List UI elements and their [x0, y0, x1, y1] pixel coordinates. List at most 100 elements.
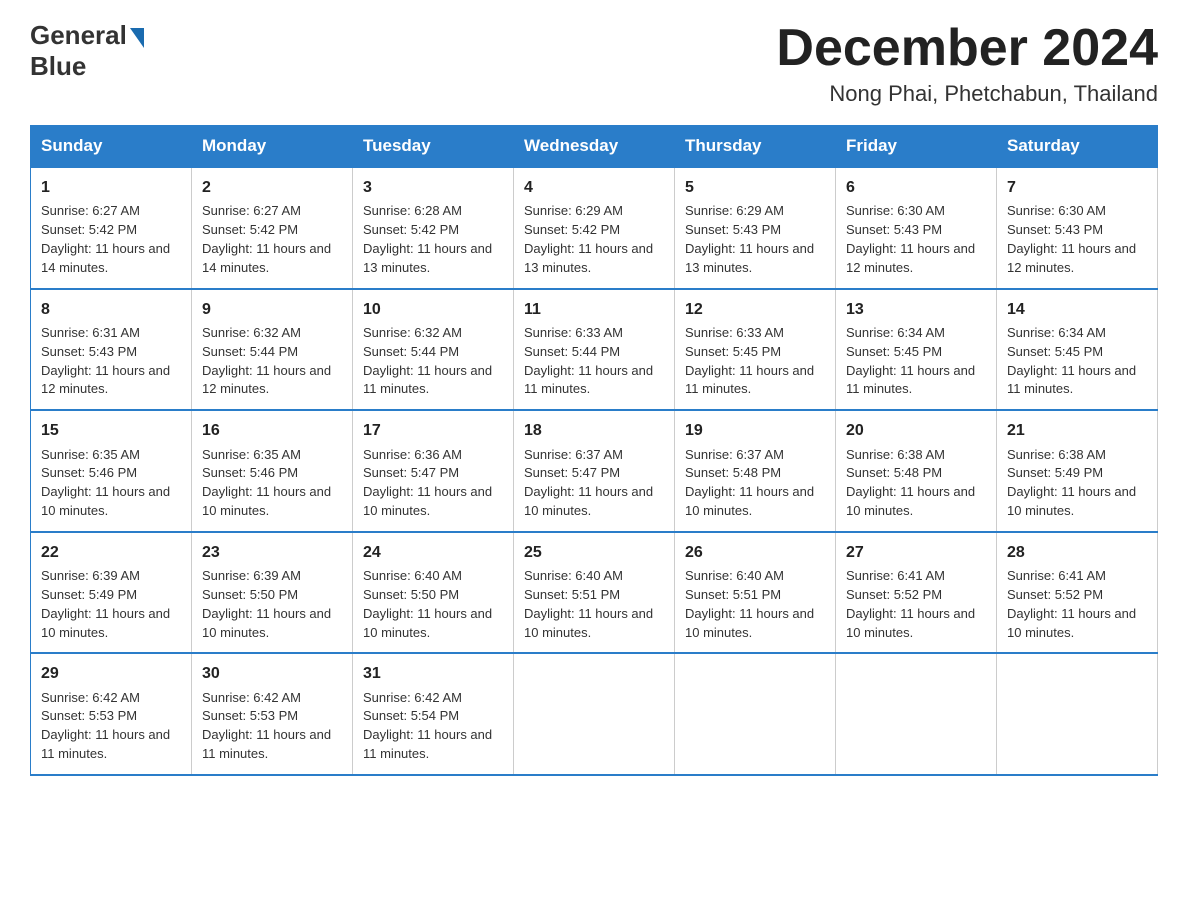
table-cell: 6Sunrise: 6:30 AMSunset: 5:43 PMDaylight… — [836, 167, 997, 289]
sunset-text: Sunset: 5:50 PM — [363, 586, 503, 605]
sunrise-text: Sunrise: 6:39 AM — [41, 567, 181, 586]
calendar-header: Sunday Monday Tuesday Wednesday Thursday… — [31, 126, 1158, 168]
day-number: 7 — [1007, 176, 1147, 199]
sunset-text: Sunset: 5:47 PM — [524, 464, 664, 483]
sunset-text: Sunset: 5:48 PM — [846, 464, 986, 483]
sunset-text: Sunset: 5:46 PM — [202, 464, 342, 483]
sunset-text: Sunset: 5:47 PM — [363, 464, 503, 483]
daylight-text: Daylight: 11 hours and 10 minutes. — [524, 605, 664, 643]
sunset-text: Sunset: 5:42 PM — [41, 221, 181, 240]
table-cell: 4Sunrise: 6:29 AMSunset: 5:42 PMDaylight… — [514, 167, 675, 289]
sunrise-text: Sunrise: 6:42 AM — [363, 689, 503, 708]
sunrise-text: Sunrise: 6:29 AM — [685, 202, 825, 221]
sunset-text: Sunset: 5:54 PM — [363, 707, 503, 726]
day-number: 14 — [1007, 298, 1147, 321]
day-number: 15 — [41, 419, 181, 442]
sunrise-text: Sunrise: 6:40 AM — [685, 567, 825, 586]
day-number: 16 — [202, 419, 342, 442]
daylight-text: Daylight: 11 hours and 10 minutes. — [363, 483, 503, 521]
sunrise-text: Sunrise: 6:27 AM — [41, 202, 181, 221]
table-cell: 20 Sunrise: 6:38 AMSunset: 5:48 PMDayligh… — [836, 410, 997, 532]
table-cell: 19Sunrise: 6:37 AMSunset: 5:48 PMDayligh… — [675, 410, 836, 532]
table-cell: 12Sunrise: 6:33 AMSunset: 5:45 PMDayligh… — [675, 289, 836, 411]
sunrise-text: Sunrise: 6:29 AM — [524, 202, 664, 221]
week-row-5: 29Sunrise: 6:42 AMSunset: 5:53 PMDayligh… — [31, 653, 1158, 775]
sunrise-text: Sunrise: 6:38 AM — [846, 446, 986, 465]
sunset-text: Sunset: 5:43 PM — [41, 343, 181, 362]
table-cell: 22Sunrise: 6:39 AMSunset: 5:49 PMDayligh… — [31, 532, 192, 654]
sunrise-text: Sunrise: 6:40 AM — [363, 567, 503, 586]
table-cell: 23Sunrise: 6:39 AMSunset: 5:50 PMDayligh… — [192, 532, 353, 654]
sunset-text: Sunset: 5:51 PM — [685, 586, 825, 605]
day-number: 13 — [846, 298, 986, 321]
week-row-2: 8Sunrise: 6:31 AMSunset: 5:43 PMDaylight… — [31, 289, 1158, 411]
sunset-text: Sunset: 5:50 PM — [202, 586, 342, 605]
col-sunday: Sunday — [31, 126, 192, 168]
daylight-text: Daylight: 11 hours and 10 minutes. — [202, 483, 342, 521]
daylight-text: Daylight: 11 hours and 10 minutes. — [41, 605, 181, 643]
table-cell — [675, 653, 836, 775]
table-cell: 16 Sunrise: 6:35 AMSunset: 5:46 PMDayligh… — [192, 410, 353, 532]
table-cell — [997, 653, 1158, 775]
sunrise-text: Sunrise: 6:34 AM — [1007, 324, 1147, 343]
daylight-text: Daylight: 11 hours and 10 minutes. — [846, 483, 986, 521]
day-number: 1 — [41, 176, 181, 199]
logo: General Blue — [30, 20, 144, 82]
sunrise-text: Sunrise: 6:33 AM — [524, 324, 664, 343]
day-number: 19 — [685, 419, 825, 442]
daylight-text: Daylight: 11 hours and 11 minutes. — [41, 726, 181, 764]
daylight-text: Daylight: 11 hours and 12 minutes. — [846, 240, 986, 278]
sunrise-text: Sunrise: 6:41 AM — [846, 567, 986, 586]
month-year-title: December 2024 — [776, 20, 1158, 77]
sunrise-text: Sunrise: 6:32 AM — [363, 324, 503, 343]
daylight-text: Daylight: 11 hours and 13 minutes. — [524, 240, 664, 278]
daylight-text: Daylight: 11 hours and 10 minutes. — [685, 605, 825, 643]
table-cell: 8Sunrise: 6:31 AMSunset: 5:43 PMDaylight… — [31, 289, 192, 411]
table-cell: 29Sunrise: 6:42 AMSunset: 5:53 PMDayligh… — [31, 653, 192, 775]
daylight-text: Daylight: 11 hours and 11 minutes. — [524, 362, 664, 400]
sunrise-text: Sunrise: 6:35 AM — [202, 446, 342, 465]
logo-triangle-icon — [130, 28, 144, 48]
table-cell: 5Sunrise: 6:29 AMSunset: 5:43 PMDaylight… — [675, 167, 836, 289]
sunrise-text: Sunrise: 6:36 AM — [363, 446, 503, 465]
sunrise-text: Sunrise: 6:37 AM — [685, 446, 825, 465]
col-wednesday: Wednesday — [514, 126, 675, 168]
week-row-4: 22Sunrise: 6:39 AMSunset: 5:49 PMDayligh… — [31, 532, 1158, 654]
sunset-text: Sunset: 5:46 PM — [41, 464, 181, 483]
table-cell: 28Sunrise: 6:41 AMSunset: 5:52 PMDayligh… — [997, 532, 1158, 654]
daylight-text: Daylight: 11 hours and 10 minutes. — [685, 483, 825, 521]
table-cell: 2Sunrise: 6:27 AMSunset: 5:42 PMDaylight… — [192, 167, 353, 289]
col-monday: Monday — [192, 126, 353, 168]
day-number: 20 — [846, 419, 986, 442]
sunrise-text: Sunrise: 6:28 AM — [363, 202, 503, 221]
table-cell: 1Sunrise: 6:27 AMSunset: 5:42 PMDaylight… — [31, 167, 192, 289]
location-subtitle: Nong Phai, Phetchabun, Thailand — [776, 81, 1158, 107]
sunrise-text: Sunrise: 6:40 AM — [524, 567, 664, 586]
col-saturday: Saturday — [997, 126, 1158, 168]
sunrise-text: Sunrise: 6:34 AM — [846, 324, 986, 343]
daylight-text: Daylight: 11 hours and 10 minutes. — [846, 605, 986, 643]
day-number: 4 — [524, 176, 664, 199]
daylight-text: Daylight: 11 hours and 10 minutes. — [1007, 605, 1147, 643]
logo-blue-text: Blue — [30, 51, 86, 82]
day-number: 6 — [846, 176, 986, 199]
table-cell: 18Sunrise: 6:37 AMSunset: 5:47 PMDayligh… — [514, 410, 675, 532]
daylight-text: Daylight: 11 hours and 11 minutes. — [363, 362, 503, 400]
table-cell: 31Sunrise: 6:42 AMSunset: 5:54 PMDayligh… — [353, 653, 514, 775]
sunset-text: Sunset: 5:52 PM — [1007, 586, 1147, 605]
daylight-text: Daylight: 11 hours and 14 minutes. — [202, 240, 342, 278]
daylight-text: Daylight: 11 hours and 11 minutes. — [1007, 362, 1147, 400]
daylight-text: Daylight: 11 hours and 10 minutes. — [202, 605, 342, 643]
table-cell: 7Sunrise: 6:30 AMSunset: 5:43 PMDaylight… — [997, 167, 1158, 289]
table-cell: 10Sunrise: 6:32 AMSunset: 5:44 PMDayligh… — [353, 289, 514, 411]
day-number: 26 — [685, 541, 825, 564]
sunset-text: Sunset: 5:49 PM — [41, 586, 181, 605]
table-cell: 17Sunrise: 6:36 AMSunset: 5:47 PMDayligh… — [353, 410, 514, 532]
day-number: 30 — [202, 662, 342, 685]
table-cell: 3Sunrise: 6:28 AMSunset: 5:42 PMDaylight… — [353, 167, 514, 289]
sunrise-text: Sunrise: 6:39 AM — [202, 567, 342, 586]
sunset-text: Sunset: 5:43 PM — [1007, 221, 1147, 240]
day-number: 2 — [202, 176, 342, 199]
sunrise-text: Sunrise: 6:30 AM — [1007, 202, 1147, 221]
sunset-text: Sunset: 5:42 PM — [202, 221, 342, 240]
